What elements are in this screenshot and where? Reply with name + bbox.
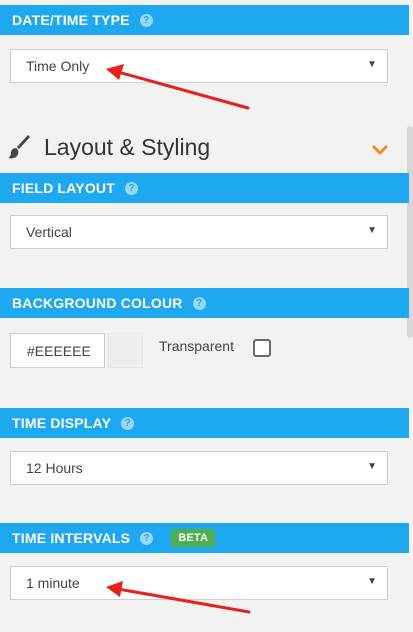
field-layout-label: FIELD LAYOUT — [12, 180, 115, 196]
date-time-type-select[interactable]: Time Only ▼ — [10, 49, 388, 83]
time-display-label: TIME DISPLAY — [12, 415, 112, 431]
time-display-select[interactable]: 12 Hours ▼ — [10, 451, 388, 485]
color-swatch[interactable] — [108, 333, 143, 368]
section-title-text: Layout & Styling — [44, 133, 211, 160]
time-intervals-header: TIME INTERVALS ? BETA — [0, 523, 409, 553]
time-intervals-value: 1 minute — [26, 575, 80, 591]
time-intervals-select[interactable]: 1 minute ▼ — [10, 566, 388, 600]
layout-styling-heading[interactable]: Layout & Styling — [8, 130, 210, 164]
caret-down-icon: ▼ — [367, 59, 377, 70]
beta-badge: BETA — [171, 529, 216, 547]
help-icon[interactable]: ? — [192, 296, 206, 310]
background-colour-header: BACKGROUND COLOUR ? — [0, 288, 409, 318]
caret-down-icon: ▼ — [367, 461, 377, 472]
help-icon[interactable]: ? — [125, 181, 138, 195]
field-layout-value: Vertical — [26, 224, 72, 240]
date-time-type-label: DATE/TIME TYPE — [12, 12, 130, 28]
time-display-header: TIME DISPLAY ? — [0, 408, 409, 438]
transparent-label: Transparent — [159, 338, 234, 354]
date-time-type-value: Time Only — [26, 58, 90, 74]
caret-down-icon: ▼ — [367, 225, 377, 236]
background-colour-input[interactable]: #EEEEEE — [10, 333, 105, 368]
help-icon[interactable]: ? — [121, 416, 135, 430]
chevron-down-icon[interactable] — [370, 140, 390, 160]
time-display-value: 12 Hours — [26, 460, 83, 476]
help-icon[interactable]: ? — [140, 531, 154, 545]
field-layout-header: FIELD LAYOUT ? — [0, 173, 409, 203]
caret-down-icon: ▼ — [367, 576, 377, 587]
date-time-type-header: DATE/TIME TYPE ? — [0, 5, 409, 35]
settings-panel: DATE/TIME TYPE ? Time Only ▼ Layout & St… — [0, 0, 413, 632]
field-layout-select[interactable]: Vertical ▼ — [10, 215, 388, 249]
background-colour-label: BACKGROUND COLOUR — [12, 295, 183, 311]
background-colour-value: #EEEEEE — [27, 342, 91, 359]
help-icon[interactable]: ? — [139, 13, 153, 27]
transparent-checkbox[interactable] — [253, 339, 271, 357]
paintbrush-icon — [8, 135, 30, 159]
time-intervals-label: TIME INTERVALS — [12, 530, 131, 546]
